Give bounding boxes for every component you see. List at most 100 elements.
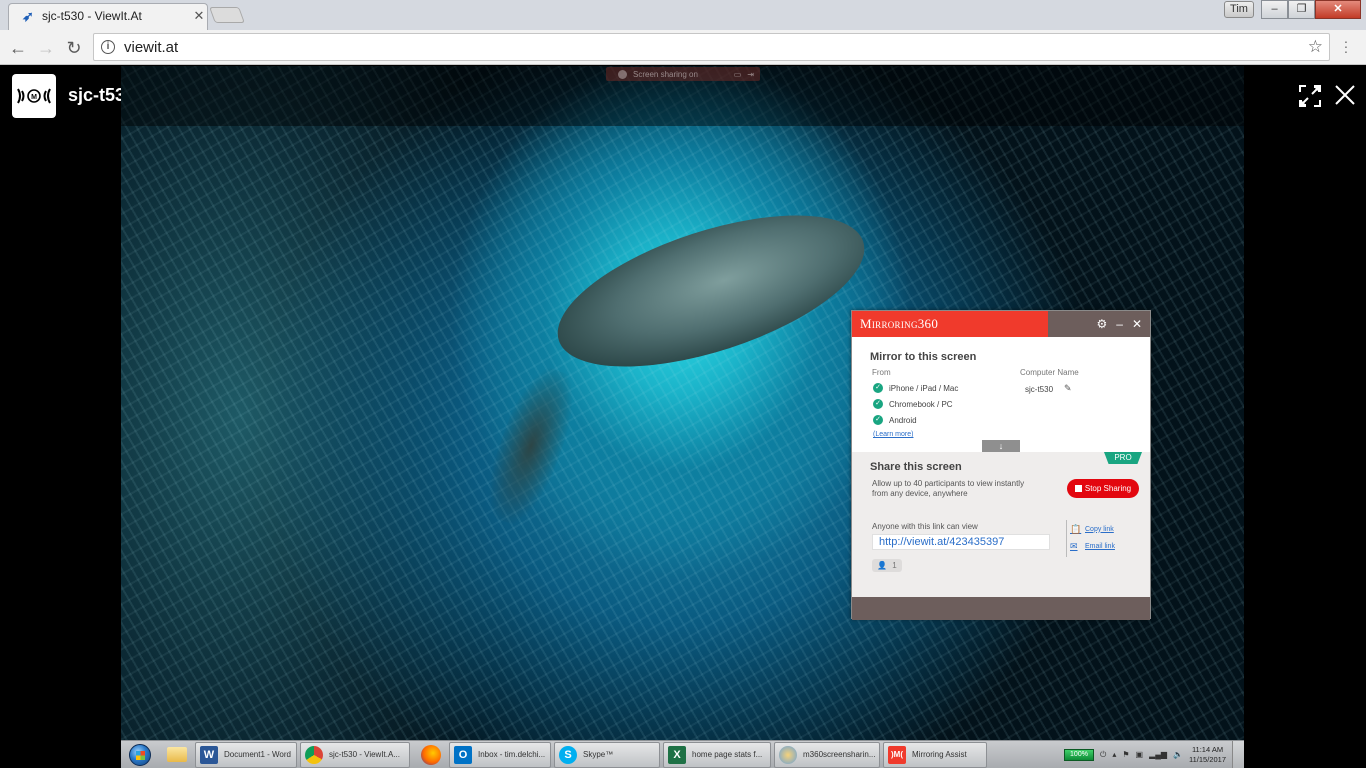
source-item: ✓ iPhone / iPad / Mac [873,383,958,393]
mirroring360-dialog: Mirroring360 ⚙ – ✕ Mirror to this screen… [851,310,1151,620]
check-icon: ✓ [873,415,883,425]
restore-button[interactable]: ❐ [1288,0,1315,19]
learn-more-link[interactable]: (Learn more) [873,431,913,438]
settings-gear-icon[interactable]: ⚙ [1096,317,1107,331]
computer-name-label: Computer Name [1020,368,1079,377]
tab-content[interactable]: ➶ sjc-t530 - ViewIt.At ✕ [20,5,210,27]
shared-screen: Screen sharing on ▭ ⇥ Mirroring360 ⚙ – ✕… [121,66,1244,768]
expand-arrow-button[interactable]: ↓ [982,440,1020,452]
action-center-flag-icon[interactable]: ⚑ [1122,750,1129,759]
taskbar-item-outlook[interactable]: O Inbox - tim.delchi... [449,741,551,768]
url-text[interactable]: viewit.at [124,39,178,56]
taskbar-item-paint[interactable]: m360screensharin... [774,741,880,768]
source-item: ✓ Android [873,415,917,425]
folder-icon [167,747,187,762]
pro-badge: PRO [1104,452,1142,464]
mirroring-badge-icon [618,69,627,79]
window-controls: – ❐ ✕ [1261,0,1361,19]
dialog-header: Mirroring360 ⚙ – ✕ [852,311,1150,337]
word-icon: W [200,745,218,764]
browser-toolbar: ← → ↻ i viewit.at ☆ · · · [0,30,1366,65]
show-hidden-icons[interactable]: ▴ [1112,750,1116,759]
check-icon: ✓ [873,399,883,409]
taskbar-item-skype[interactable]: S Skype™ [554,741,660,768]
taskbar-item-word[interactable]: W Document1 - Word [195,741,297,768]
power-plug-icon[interactable]: ⏻ [1100,750,1106,760]
envelope-icon: ✉ [1070,541,1078,551]
browser-titlebar: ➶ sjc-t530 - ViewIt.At ✕ Tim – ❐ ✕ [0,0,1366,31]
dialog-footer [852,597,1150,620]
taskbar-label: Inbox - tim.delchi... [478,750,546,759]
splashtop-icon: ➶ [22,8,34,24]
taskbar-label: Document1 - Word [224,750,291,759]
sharing-status: Screen sharing on [633,69,698,79]
show-desktop-button[interactable] [1232,740,1244,768]
viewer-page: M sjc-t530 Screen sharing on ▭ ⇥ Mirrori… [0,66,1366,768]
skype-icon: S [559,745,577,764]
taskbar-item-excel[interactable]: X home page stats f... [663,741,771,768]
check-icon: ✓ [873,383,883,393]
share-section: PRO Share this screen Allow up to 40 par… [852,452,1150,597]
stop-sharing-label: Stop Sharing [1084,484,1132,493]
device-icon[interactable]: ▣ [1136,750,1144,759]
start-button[interactable] [121,741,159,768]
dialog-minimize-icon[interactable]: – [1116,317,1123,331]
monitor-icon[interactable]: ▭ [734,70,742,79]
viewer-close-icon[interactable] [1333,83,1357,107]
explorer-button[interactable] [159,742,195,768]
windows-taskbar: W Document1 - Word sjc-t530 - ViewIt.A..… [121,740,1244,768]
email-link-button[interactable]: ✉ Email link [1070,541,1115,551]
outlook-icon: O [454,745,472,764]
browser-menu-icon[interactable]: · · · [1343,34,1349,58]
fullscreen-icon[interactable] [1299,85,1321,107]
back-button[interactable]: ← [7,37,29,59]
dialog-close-icon[interactable]: ✕ [1132,317,1142,331]
address-bar[interactable]: i viewit.at ☆ [93,33,1330,61]
bookmark-star-icon[interactable]: ☆ [1308,37,1323,57]
taskbar-label: sjc-t530 - ViewIt.A... [329,750,400,759]
person-icon: 👤 [877,561,888,570]
mirroring-assist-icon: )M( [888,745,906,764]
network-signal-icon[interactable]: ▂▄▆ [1149,750,1167,759]
email-link-label: Email link [1085,542,1115,550]
taskbar-item-mirroring-assist[interactable]: )M( Mirroring Assist [883,741,987,768]
taskbar-label: Mirroring Assist [912,750,967,759]
paint-icon [779,745,797,764]
computer-name-value: sjc-t530 [1025,385,1054,394]
battery-indicator[interactable]: 100% [1063,748,1094,761]
edit-pencil-icon[interactable]: ✎ [1064,383,1072,394]
dialog-controls: ⚙ – ✕ [1048,311,1150,337]
window-close-button[interactable]: ✕ [1315,0,1361,19]
source-label: iPhone / iPad / Mac [889,383,959,393]
share-link-field[interactable]: http://viewit.at/423435397 [872,534,1050,550]
svg-text:M: M [31,94,37,101]
firefox-icon [421,744,441,765]
copy-link-button[interactable]: 📋 Copy link [1070,524,1114,534]
mirror-title: Mirror to this screen [870,351,977,363]
source-label: Chromebook / PC [889,399,953,409]
reload-button[interactable]: ↻ [63,37,85,59]
taskbar-item-firefox[interactable] [413,742,449,768]
taskbar-item-chrome[interactable]: sjc-t530 - ViewIt.A... [300,741,410,768]
profile-button[interactable]: Tim [1224,1,1254,18]
viewer-count: 1 [892,561,897,570]
excel-icon: X [668,745,686,764]
exit-icon[interactable]: ⇥ [747,70,754,79]
volume-icon[interactable]: 🔈 [1173,750,1183,759]
clipboard-icon: 📋 [1070,524,1082,534]
source-label: Android [889,415,917,425]
from-label: From [872,368,891,377]
new-tab-button[interactable] [209,7,245,23]
tab-close-icon[interactable]: ✕ [192,8,206,24]
minimize-button[interactable]: – [1261,0,1288,19]
clock[interactable]: 11:14 AM 11/15/2017 [1189,745,1226,765]
screen-sharing-bar[interactable]: Screen sharing on ▭ ⇥ [606,67,760,81]
info-icon[interactable]: i [101,40,115,54]
tab-title: sjc-t530 - ViewIt.At [42,9,142,23]
taskbar-label: Skype™ [583,750,614,759]
windows-orb-icon [129,743,151,766]
taskbar-label: m360screensharin... [803,750,876,759]
stop-sharing-button[interactable]: Stop Sharing [1067,479,1139,498]
system-tray: 100% ⏻ ▴ ⚑ ▣ ▂▄▆ 🔈 11:14 AM 11/15/2017 [1063,742,1232,768]
forward-button[interactable]: → [35,37,57,59]
